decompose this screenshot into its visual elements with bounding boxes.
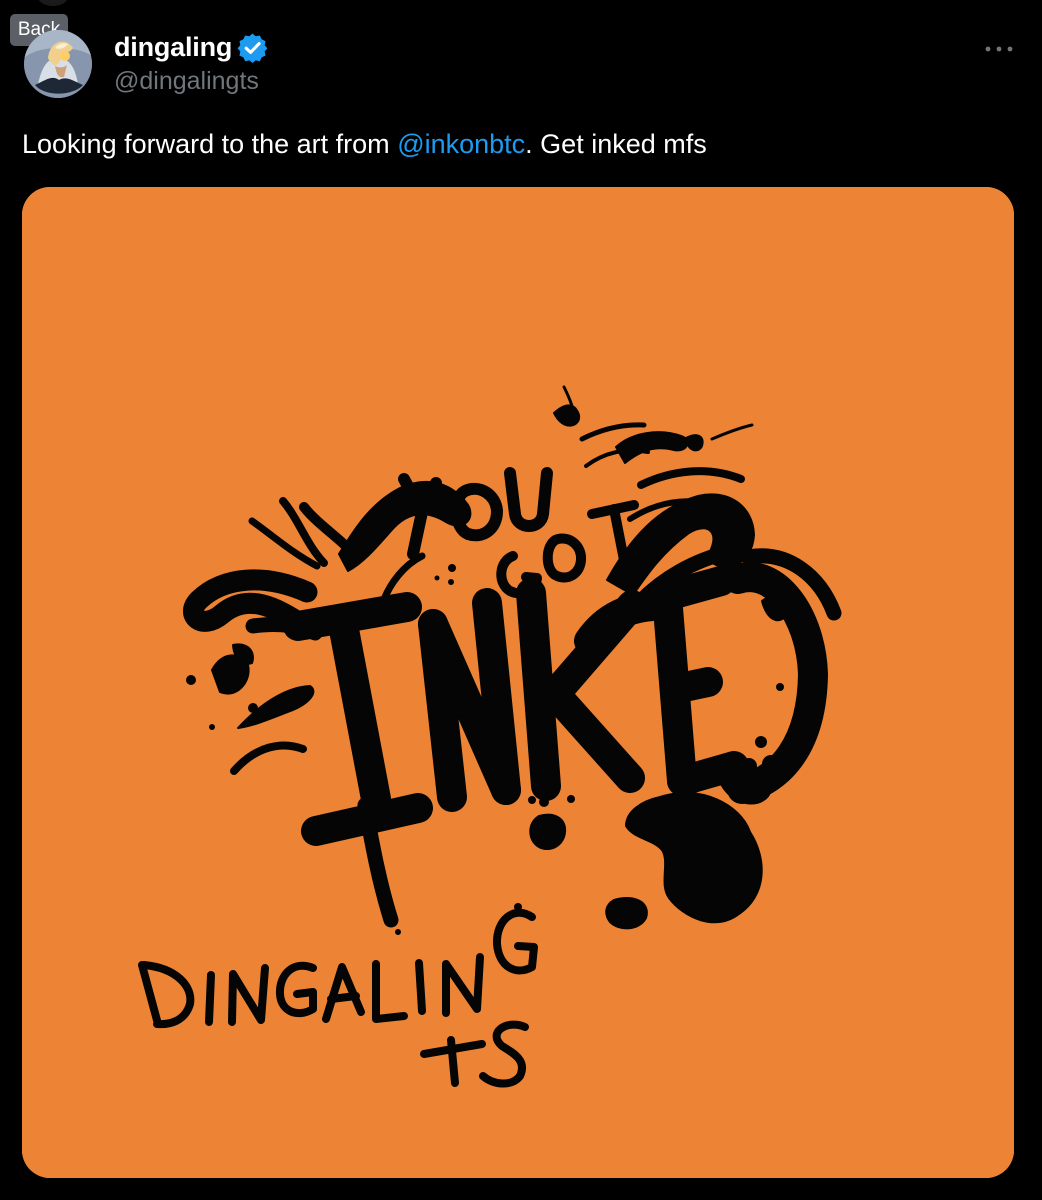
more-options-button[interactable] [982, 36, 1016, 62]
avatar[interactable] [24, 30, 92, 98]
author-handle[interactable]: @dingalingts [114, 65, 259, 97]
more-dots-icon [985, 46, 1013, 52]
tweet-text-end: . Get inked mfs [525, 129, 707, 159]
tweet-text-start: Looking forward to the art from [22, 129, 398, 159]
tweet-detail-screen: Back dingaling @dingalingts Looking forw… [0, 0, 1042, 1200]
author-display-name[interactable]: dingaling [114, 30, 232, 64]
tweet-image-card[interactable] [22, 187, 1014, 1178]
avatar-image [24, 30, 92, 98]
tweet-text: Looking forward to the art from @inkonbt… [22, 126, 707, 162]
verified-badge-icon [237, 32, 268, 63]
partial-avatar-top [38, 0, 68, 6]
ink-artwork [22, 187, 1014, 1178]
author-name-row: dingaling [114, 30, 268, 64]
mention-link[interactable]: @inkonbtc [397, 129, 525, 159]
